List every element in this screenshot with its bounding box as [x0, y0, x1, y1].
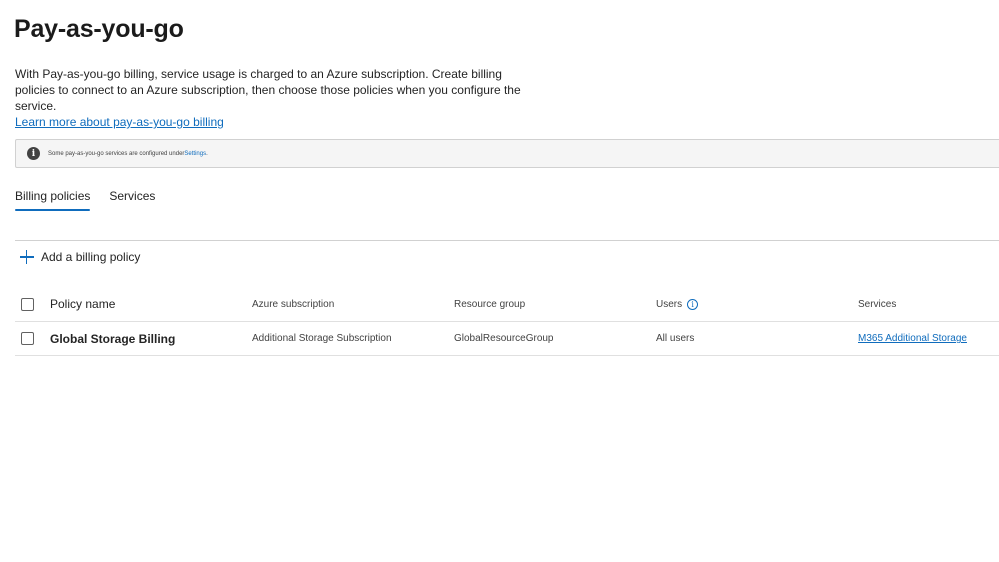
- info-icon: i: [27, 147, 40, 160]
- notice-suffix: .: [206, 150, 208, 157]
- billing-policies-table: Policy name Azure subscription Resource …: [15, 287, 999, 356]
- column-header-resource-group[interactable]: Resource group: [454, 287, 525, 321]
- notice-text: Some pay-as-you-go services are configur…: [48, 150, 185, 157]
- tab-bar: Billing policies Services: [15, 189, 174, 211]
- policy-name-cell[interactable]: Global Storage Billing: [50, 322, 175, 355]
- notice-banner: i Some pay-as-you-go services are config…: [15, 139, 999, 168]
- users-info-icon[interactable]: i: [687, 298, 699, 310]
- column-header-users-label[interactable]: Users: [656, 299, 682, 310]
- users-cell: All users: [656, 333, 695, 344]
- column-header-users: Users i: [656, 287, 699, 321]
- add-billing-policy-label: Add a billing policy: [41, 250, 141, 264]
- resource-group-cell: GlobalResourceGroup: [454, 333, 554, 344]
- select-all-checkbox[interactable]: [21, 297, 34, 311]
- row-checkbox[interactable]: [21, 332, 34, 345]
- add-billing-policy-button[interactable]: Add a billing policy: [20, 250, 140, 264]
- settings-link[interactable]: Settings: [184, 151, 206, 157]
- table-row[interactable]: Global Storage Billing Additional Storag…: [15, 322, 999, 356]
- tab-billing-policies[interactable]: Billing policies: [15, 189, 91, 211]
- plus-icon: [20, 250, 34, 264]
- column-header-services[interactable]: Services: [858, 287, 896, 321]
- page-description: With Pay-as-you-go billing, service usag…: [15, 66, 535, 130]
- description-text: With Pay-as-you-go billing, service usag…: [15, 67, 521, 113]
- table-header-row: Policy name Azure subscription Resource …: [15, 287, 999, 322]
- column-header-azure-subscription[interactable]: Azure subscription: [252, 287, 334, 321]
- tab-services[interactable]: Services: [109, 189, 155, 211]
- services-cell: M365 Additional Storage: [858, 322, 967, 355]
- service-link[interactable]: M365 Additional Storage: [858, 333, 967, 344]
- column-header-policy-name[interactable]: Policy name: [50, 287, 115, 321]
- toolbar-divider: [15, 240, 999, 241]
- subscription-cell: Additional Storage Subscription: [252, 333, 392, 344]
- learn-more-link[interactable]: Learn more about pay-as-you-go billing: [15, 114, 224, 130]
- page-title: Pay-as-you-go: [14, 15, 184, 43]
